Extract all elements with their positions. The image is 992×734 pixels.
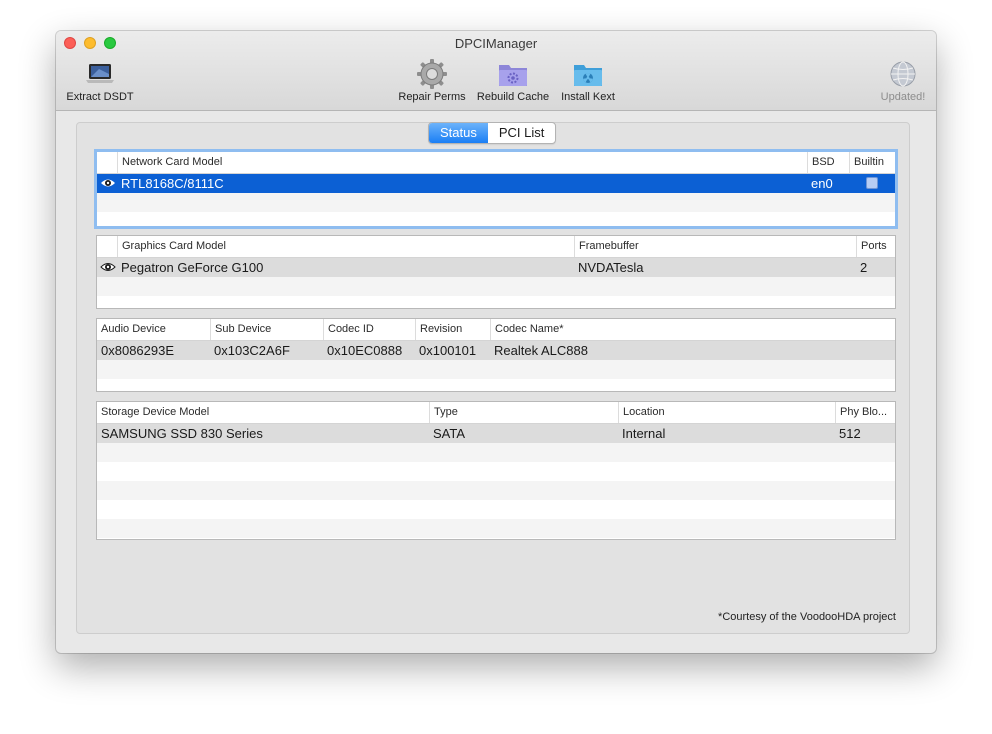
eye-icon bbox=[100, 263, 116, 271]
graphics-framebuffer-cell: NVDATesla bbox=[578, 260, 644, 275]
empty-row bbox=[97, 443, 895, 462]
network-model-header[interactable]: Network Card Model bbox=[117, 152, 807, 173]
empty-row bbox=[97, 462, 895, 481]
network-icon-column bbox=[97, 152, 117, 173]
storage-type-cell: SATA bbox=[433, 426, 466, 441]
install-kext-label: Install Kext bbox=[561, 91, 615, 103]
table-row[interactable]: SAMSUNG SSD 830 Series SATA Internal 512 bbox=[97, 424, 895, 443]
empty-row bbox=[97, 500, 895, 519]
empty-row bbox=[97, 360, 895, 379]
graphics-ports-header[interactable]: Ports bbox=[856, 236, 895, 257]
audio-codec-name-cell: Realtek ALC888 bbox=[494, 343, 588, 358]
graphics-framebuffer-header[interactable]: Framebuffer bbox=[574, 236, 856, 257]
network-bsd-header[interactable]: BSD bbox=[807, 152, 849, 173]
network-table-header: Network Card Model BSD Builtin bbox=[97, 152, 895, 174]
table-row[interactable]: Pegatron GeForce G100 NVDATesla 2 bbox=[97, 258, 895, 277]
graphics-model-header[interactable]: Graphics Card Model bbox=[117, 236, 574, 257]
app-window: DPCIManager Extract DSDT Repair Perms Re… bbox=[56, 31, 936, 653]
graphics-table-header: Graphics Card Model Framebuffer Ports bbox=[97, 236, 895, 258]
table-row[interactable]: RTL8168C/8111C en0 bbox=[97, 174, 895, 193]
empty-row bbox=[97, 277, 895, 296]
audio-table[interactable]: Audio Device Sub Device Codec ID Revisio… bbox=[96, 318, 896, 392]
graphics-icon-column bbox=[97, 236, 117, 257]
gear-icon bbox=[394, 57, 470, 91]
storage-block-cell: 512 bbox=[839, 426, 861, 441]
network-model-cell: RTL8168C/8111C bbox=[121, 176, 224, 191]
audio-codec-id-cell: 0x10EC0888 bbox=[327, 343, 403, 358]
footnote: *Courtesy of the VoodooHDA project bbox=[718, 611, 896, 623]
graphics-ports-cell: 2 bbox=[860, 260, 868, 275]
empty-row bbox=[97, 519, 895, 538]
extract-dsdt-button[interactable]: Extract DSDT bbox=[64, 57, 136, 103]
audio-revision-header[interactable]: Revision bbox=[415, 319, 490, 340]
audio-table-header: Audio Device Sub Device Codec ID Revisio… bbox=[97, 319, 895, 341]
network-bsd-cell: en0 bbox=[811, 176, 833, 191]
folder-gear-icon bbox=[472, 57, 554, 91]
extract-dsdt-label: Extract DSDT bbox=[66, 91, 134, 103]
updated-label: Updated! bbox=[880, 91, 926, 103]
storage-type-header[interactable]: Type bbox=[429, 402, 618, 423]
rebuild-cache-label: Rebuild Cache bbox=[476, 91, 550, 103]
title-bar: DPCIManager Extract DSDT Repair Perms Re… bbox=[56, 31, 936, 111]
empty-row bbox=[97, 481, 895, 500]
eye-icon bbox=[101, 179, 115, 187]
storage-location-header[interactable]: Location bbox=[618, 402, 835, 423]
install-kext-button[interactable]: Install Kext bbox=[556, 57, 620, 103]
window-title: DPCIManager bbox=[454, 36, 538, 51]
storage-model-cell: SAMSUNG SSD 830 Series bbox=[101, 426, 263, 441]
graphics-table[interactable]: Graphics Card Model Framebuffer Ports Pe… bbox=[96, 235, 896, 309]
graphics-model-cell: Pegatron GeForce G100 bbox=[121, 260, 264, 275]
updated-button[interactable]: Updated! bbox=[874, 57, 932, 103]
audio-codec-name-header[interactable]: Codec Name* bbox=[490, 319, 895, 340]
storage-location-cell: Internal bbox=[622, 426, 666, 441]
empty-row bbox=[97, 212, 895, 226]
empty-row bbox=[97, 193, 895, 212]
folder-radioactive-icon bbox=[556, 57, 620, 91]
audio-revision-cell: 0x100101 bbox=[419, 343, 477, 358]
audio-codec-id-header[interactable]: Codec ID bbox=[323, 319, 415, 340]
view-tab-bar: Status PCI List bbox=[428, 122, 557, 144]
storage-table[interactable]: Storage Device Model Type Location Phy B… bbox=[96, 401, 896, 540]
network-builtin-header[interactable]: Builtin bbox=[849, 152, 895, 173]
repair-perms-button[interactable]: Repair Perms bbox=[394, 57, 470, 103]
rebuild-cache-button[interactable]: Rebuild Cache bbox=[472, 57, 554, 103]
repair-perms-label: Repair Perms bbox=[398, 91, 466, 103]
globe-icon bbox=[874, 57, 932, 91]
storage-table-header: Storage Device Model Type Location Phy B… bbox=[97, 402, 895, 424]
audio-device-cell: 0x8086293E bbox=[101, 343, 175, 358]
laptop-icon bbox=[64, 57, 136, 91]
audio-sub-device-header[interactable]: Sub Device bbox=[210, 319, 323, 340]
network-table[interactable]: Network Card Model BSD Builtin RTL8168C/… bbox=[94, 149, 898, 229]
empty-row bbox=[97, 296, 895, 308]
tab-status[interactable]: Status bbox=[429, 123, 488, 143]
audio-sub-device-cell: 0x103C2A6F bbox=[214, 343, 290, 358]
table-row[interactable]: 0x8086293E 0x103C2A6F 0x10EC0888 0x10010… bbox=[97, 341, 895, 360]
storage-model-header[interactable]: Storage Device Model bbox=[97, 402, 429, 423]
tab-pci-list[interactable]: PCI List bbox=[488, 123, 556, 143]
empty-row bbox=[97, 379, 895, 391]
builtin-checkbox[interactable] bbox=[866, 177, 878, 189]
audio-device-header[interactable]: Audio Device bbox=[97, 319, 210, 340]
storage-block-header[interactable]: Phy Blo... bbox=[835, 402, 895, 423]
